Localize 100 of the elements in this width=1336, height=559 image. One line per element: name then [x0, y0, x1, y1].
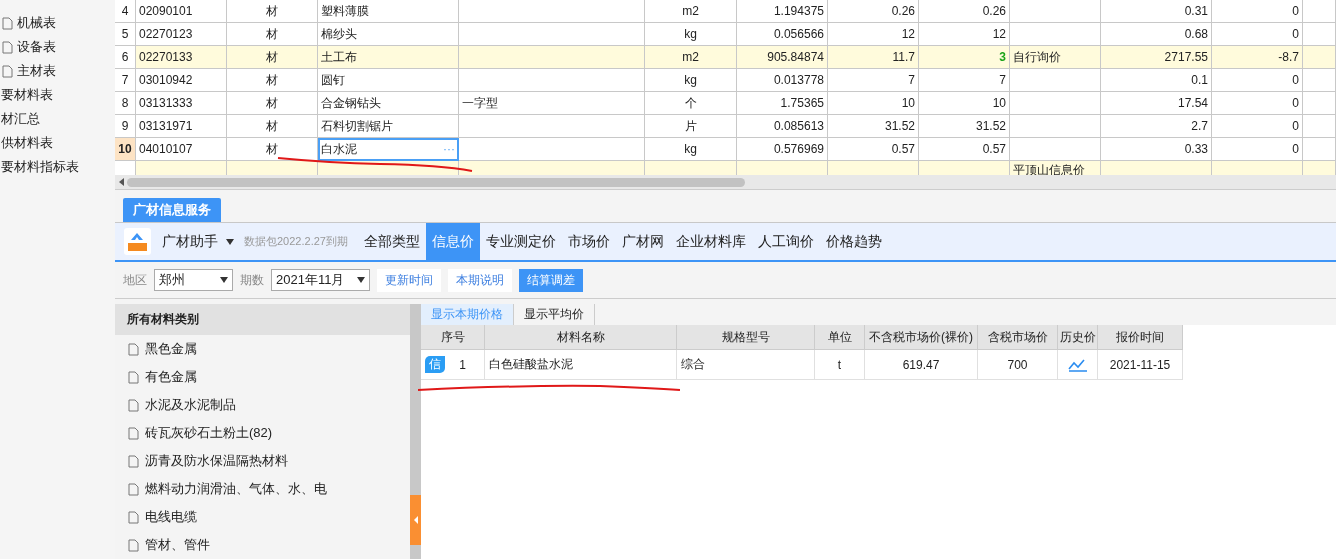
table-cell: 10	[919, 92, 1010, 115]
table-cell	[1303, 23, 1336, 46]
table-cell: 0	[1212, 0, 1303, 23]
column-header: 历史价	[1058, 325, 1098, 350]
table-cell: 0	[1212, 69, 1303, 92]
sidebar-item[interactable]: 设备表	[17, 38, 56, 56]
table-cell: 材	[227, 23, 318, 46]
table-cell: kg	[645, 138, 737, 161]
dropdown[interactable]: 2021年11月	[271, 269, 370, 291]
sidebar-item[interactable]: 机械表	[17, 14, 56, 32]
table-cell	[1303, 69, 1336, 92]
source-tab[interactable]: 广材网	[615, 223, 670, 260]
sidebar-item[interactable]: 材汇总	[1, 110, 40, 128]
table-cell: m2	[645, 46, 737, 69]
document-icon	[128, 342, 139, 356]
toolbar-button[interactable]: 本期说明	[448, 268, 512, 292]
table-cell: 片	[645, 115, 737, 138]
document-icon	[2, 40, 13, 54]
table-cell: 0.056566	[737, 23, 828, 46]
table-cell: 619.47	[865, 350, 978, 380]
scroll-left-icon[interactable]	[119, 178, 124, 187]
app-name[interactable]: 广材助手	[162, 232, 218, 251]
category-item[interactable]: 沥青及防水保温隔热材料	[145, 452, 288, 470]
table-cell: 0.085613	[737, 115, 828, 138]
sidebar-item[interactable]: 供材料表	[1, 134, 53, 152]
filter-label: 期数	[240, 271, 264, 289]
table-cell: 7	[828, 69, 919, 92]
filter-label: 地区	[123, 271, 147, 289]
row-number: 4	[115, 0, 136, 23]
source-tab[interactable]: 全部类型	[357, 223, 426, 260]
table-cell: t	[815, 350, 865, 380]
source-tab[interactable]: 人工询价	[751, 223, 820, 260]
document-icon	[128, 482, 139, 496]
source-tab[interactable]: 市场价	[561, 223, 616, 260]
table-cell: 0.26	[919, 0, 1010, 23]
category-item[interactable]: 黑色金属	[145, 340, 197, 358]
info-badge: 信	[425, 356, 445, 373]
source-tab[interactable]: 价格趋势	[819, 223, 888, 260]
table-cell: kg	[645, 69, 737, 92]
category-item[interactable]: 有色金属	[145, 368, 197, 386]
table-cell: 综合	[677, 350, 815, 380]
table-cell: 03131971	[136, 115, 227, 138]
category-item[interactable]: 水泥及水泥制品	[145, 396, 236, 414]
sidebar-item[interactable]: 要材料表	[1, 86, 53, 104]
caret-icon[interactable]	[357, 277, 365, 283]
row-number: 10	[115, 138, 136, 161]
document-icon	[128, 510, 139, 524]
caret-icon[interactable]	[220, 277, 228, 283]
table-cell: 0.57	[919, 138, 1010, 161]
table-cell: m2	[645, 0, 737, 23]
table-cell: 31.52	[828, 115, 919, 138]
table-cell: -8.7	[1212, 46, 1303, 69]
table-cell: 圆钉	[318, 69, 459, 92]
trend-chart-icon[interactable]	[1067, 357, 1088, 372]
table-cell: 材	[227, 0, 318, 23]
horizontal-scrollbar[interactable]	[115, 175, 1336, 190]
dropdown[interactable]: 郑州	[154, 269, 233, 291]
table-cell: 自行询价	[1010, 46, 1101, 69]
category-item[interactable]: 管材、管件	[145, 536, 210, 554]
document-icon	[128, 454, 139, 468]
collapse-handle[interactable]	[410, 495, 421, 545]
sidebar-item[interactable]: 要材料指标表	[1, 158, 79, 176]
table-cell: 2717.55	[1101, 46, 1212, 69]
table-cell: 0	[1212, 138, 1303, 161]
table-cell: 02270123	[136, 23, 227, 46]
table-cell: 材	[227, 115, 318, 138]
table-cell: 02270133	[136, 46, 227, 69]
table-cell: 905.84874	[737, 46, 828, 69]
table-cell: 棉纱头	[318, 23, 459, 46]
table-cell: 700	[978, 350, 1058, 380]
category-item[interactable]: 燃料动力润滑油、气体、水、电	[145, 480, 327, 498]
table-cell: 0	[1212, 115, 1303, 138]
table-cell: 白色硅酸盐水泥	[485, 350, 677, 380]
category-item[interactable]: 砖瓦灰砂石土粉土(82)	[145, 424, 273, 442]
table-cell: 2.7	[1101, 115, 1212, 138]
row-number: 5	[115, 23, 136, 46]
table-cell: 1.194375	[737, 0, 828, 23]
table-cell: 材	[227, 138, 318, 161]
row-number: 7	[115, 69, 136, 92]
document-icon	[2, 64, 13, 78]
table-cell: 11.7	[828, 46, 919, 69]
table-cell: 12	[919, 23, 1010, 46]
table-cell: 31.52	[919, 115, 1010, 138]
column-header: 单位	[815, 325, 865, 350]
source-tab[interactable]: 企业材料库	[669, 223, 752, 260]
table-cell: 0.576969	[737, 138, 828, 161]
table-cell: 0.26	[828, 0, 919, 23]
toolbar-button[interactable]: 更新时间	[377, 268, 441, 292]
document-icon	[128, 538, 139, 552]
table-cell: 白水泥 ···	[318, 138, 459, 161]
package-note: 数据包2022.2.27到期	[244, 234, 348, 249]
table-cell: 合金钢钻头	[318, 92, 459, 115]
table-cell: 土工布	[318, 46, 459, 69]
source-tab[interactable]: 专业测定价	[479, 223, 562, 260]
table-cell	[1303, 138, 1336, 161]
caret-icon[interactable]	[226, 238, 234, 245]
category-item[interactable]: 电线电缆	[145, 508, 197, 526]
table-cell: 2021-11-15	[1098, 350, 1183, 380]
sidebar-item[interactable]: 主材表	[17, 62, 56, 80]
table-cell: 0.013778	[737, 69, 828, 92]
